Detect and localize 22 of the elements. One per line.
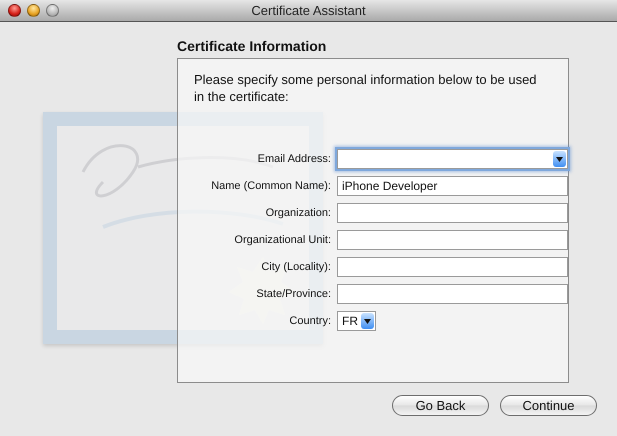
- field-label: State/Province:: [256, 288, 331, 300]
- field-label: Name (Common Name):: [211, 180, 331, 192]
- section-heading: Certificate Information: [177, 38, 326, 56]
- push-button[interactable]: Go Back: [392, 395, 489, 416]
- instruction-text: Please specify some personal information below to be used in the certificate:: [194, 71, 538, 105]
- input-field[interactable]: iPhone Developer: [337, 176, 568, 196]
- country-popup[interactable]: FR: [337, 311, 376, 331]
- field-label: City (Locality):: [261, 261, 331, 273]
- window-title: Certificate Assistant: [251, 3, 366, 18]
- push-button[interactable]: Continue: [500, 395, 597, 416]
- field-label: Organizational Unit:: [234, 234, 331, 246]
- zoom-icon[interactable]: [46, 4, 59, 17]
- combo-field[interactable]: [337, 149, 568, 169]
- field-label: Organization:: [266, 207, 331, 219]
- input-field[interactable]: [337, 230, 568, 250]
- input-field[interactable]: [337, 257, 568, 277]
- minimize-icon[interactable]: [27, 4, 40, 17]
- field-label: Email Address:: [258, 153, 331, 165]
- input-field[interactable]: [337, 284, 568, 304]
- field-label: Country:: [289, 315, 331, 327]
- input-field[interactable]: [337, 203, 568, 223]
- close-icon[interactable]: [8, 4, 21, 17]
